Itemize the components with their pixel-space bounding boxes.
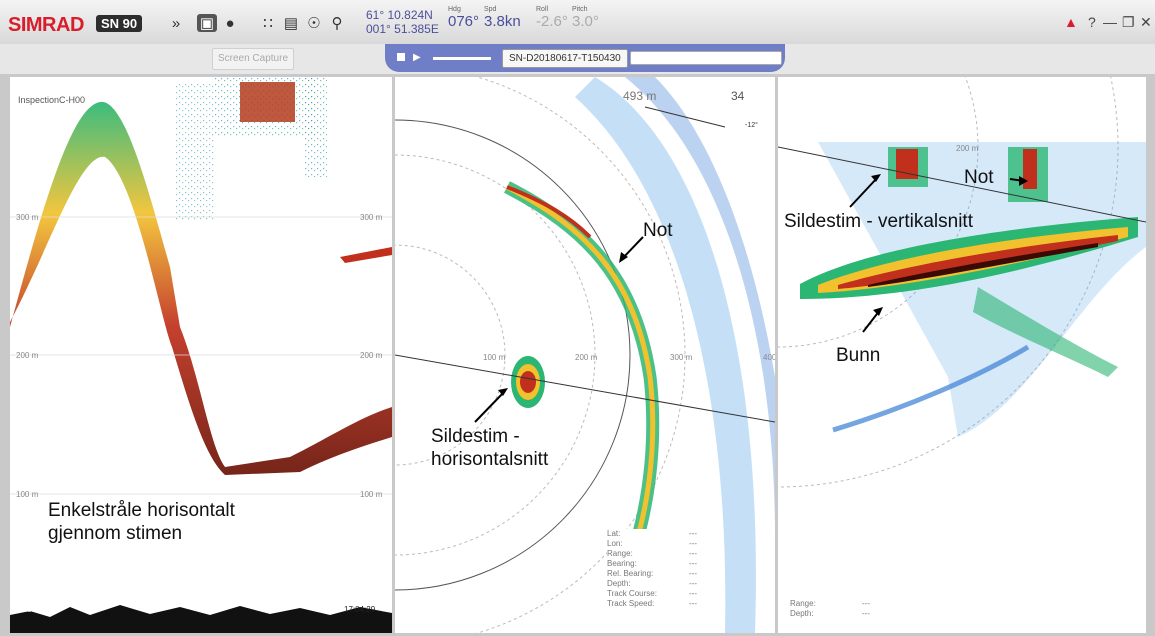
stop-icon[interactable] xyxy=(397,53,405,61)
instrument-pitch: Pitch 3.0° xyxy=(572,6,599,31)
readout-value: --- xyxy=(689,549,697,558)
latitude: 61° 10.824N xyxy=(366,8,433,22)
tick-label: 200 m xyxy=(16,351,39,360)
help-button[interactable]: ? xyxy=(1088,14,1096,30)
readout-label: Depth: xyxy=(790,609,814,618)
annotation-net: Not xyxy=(643,220,673,241)
readout-value: --- xyxy=(689,599,697,608)
readout-value: --- xyxy=(689,579,697,588)
playback-slider[interactable] xyxy=(433,57,491,60)
range-tick: 200 m xyxy=(575,353,598,362)
instrument-value: 3.8kn xyxy=(484,13,521,30)
readout-value: --- xyxy=(689,569,697,578)
annotation-school-vertical: Sildestim - vertikalsnitt xyxy=(784,211,973,232)
instrument-label: Pitch xyxy=(572,6,588,13)
time-end: 17:04:29 xyxy=(344,605,376,614)
annotation-net: Not xyxy=(964,167,994,188)
restore-button[interactable]: ❐ xyxy=(1122,14,1135,31)
readout-value: --- xyxy=(689,559,697,568)
compass-icon[interactable]: ☉ xyxy=(304,14,324,32)
readout-value: --- xyxy=(862,599,870,608)
view-title: InspectionC-H00 xyxy=(18,95,86,105)
readout-row: Track Course: --- xyxy=(607,589,697,599)
readout-label: Range: xyxy=(607,549,633,558)
range-tick: 200 m xyxy=(956,144,979,153)
readout-value: --- xyxy=(689,539,697,548)
readout-value: --- xyxy=(862,609,870,618)
readout-value: --- xyxy=(689,589,697,598)
record-icon[interactable]: ● xyxy=(220,14,240,32)
instrument-label: Hdg xyxy=(448,6,461,13)
brand-logo: SIMRAD xyxy=(8,14,84,36)
readout-label: Lon: xyxy=(607,539,623,548)
search-icon[interactable]: ⚲ xyxy=(327,14,347,32)
readout-row: Range: --- xyxy=(607,549,697,559)
warning-icon[interactable]: ▲ xyxy=(1064,14,1078,30)
tilt-readout: -12° xyxy=(745,122,758,129)
readout-row: Lat: --- xyxy=(607,529,697,539)
instrument-value: 3.0° xyxy=(572,13,599,30)
longitude: 001° 51.385E xyxy=(366,22,439,36)
scatter-icon[interactable]: ∷ xyxy=(258,14,278,32)
cursor-readout: Lat: --- Lon: --- Range: --- Bearing: --- Rel. B… xyxy=(607,529,697,609)
gain-readout: 34 xyxy=(731,89,745,103)
readout-row: Lon: --- xyxy=(607,539,697,549)
readout-label: Track Speed: xyxy=(607,599,655,608)
single-beam-view[interactable]: InspectionC-H00 300 m 200 m 100 m 300 m … xyxy=(10,77,392,633)
position-readout: 61° 10.824N 001° 51.385E xyxy=(366,8,439,36)
readout-label: Rel. Bearing: xyxy=(607,569,654,578)
readout-row: Range: --- xyxy=(790,599,870,609)
screen-capture-button[interactable]: Screen Capture xyxy=(212,48,294,70)
tick-label: 300 m xyxy=(16,213,39,222)
readout-row: Rel. Bearing: --- xyxy=(607,569,697,579)
bar-chart-icon[interactable]: ▤ xyxy=(281,14,301,32)
cursor-readout: Range: --- Depth: --- xyxy=(790,599,870,619)
camera-icon[interactable]: ▣ xyxy=(197,14,217,32)
instrument-label: Roll xyxy=(536,6,549,13)
readout-label: Range: xyxy=(790,599,816,608)
tick-label: 200 m xyxy=(360,351,383,360)
horizontal-sonar-view[interactable]: 493 m 34 -12° 100 m 200 m 300 m 400 Not … xyxy=(395,77,775,633)
close-button[interactable]: ✕ xyxy=(1140,14,1152,31)
tick-label: 100 m xyxy=(360,490,383,499)
readout-row: Depth: --- xyxy=(790,609,870,619)
instrument-label: Spd xyxy=(484,6,497,13)
model-badge: SN 90 xyxy=(96,15,143,32)
instrument-spd: Spd 3.8kn xyxy=(484,6,521,31)
range-tick: 400 xyxy=(763,353,775,362)
vertical-sonar-view[interactable]: 200 m Sildestim - vertikalsnitt Not Bunn… xyxy=(778,77,1146,633)
annotation-bottom: Bunn xyxy=(836,345,881,366)
readout-row: Depth: --- xyxy=(607,579,697,589)
time-start: 16:58:12 xyxy=(16,605,48,614)
tick-label: 300 m xyxy=(360,213,383,222)
range-tick: 300 m xyxy=(670,353,693,362)
range-readout: 493 m xyxy=(623,89,657,103)
echogram-graphic xyxy=(10,77,392,633)
annotation-single-beam: Enkelstråle horisontalt gjennom stimen xyxy=(48,500,235,544)
readout-label: Lat: xyxy=(607,529,621,538)
replay-file-name[interactable]: SN-D20180617-T150430 xyxy=(502,49,628,68)
readout-value: --- xyxy=(689,529,697,538)
vertical-sonar-graphic xyxy=(778,77,1146,488)
readout-label: Bearing: xyxy=(607,559,637,568)
instrument-value: 076° xyxy=(448,13,480,30)
play-icon[interactable]: ▶ xyxy=(413,52,421,63)
annotation-school-horizontal: Sildestim - horisontalsnitt xyxy=(431,426,549,470)
tick-label: 100 m xyxy=(16,490,39,499)
range-tick: 100 m xyxy=(483,353,506,362)
instrument-hdg: Hdg 076° xyxy=(448,6,479,31)
minimize-button[interactable]: — xyxy=(1103,14,1117,30)
top-toolbar: SIMRAD SN 90 » ▣ ● ∷ ▤ ☉ ⚲ 61° 10.824N 0… xyxy=(0,0,1155,45)
readout-row: Bearing: --- xyxy=(607,559,697,569)
readout-label: Track Course: xyxy=(607,589,657,598)
expand-chevrons-icon[interactable]: » xyxy=(166,14,186,32)
instrument-value: -2.6° xyxy=(536,13,568,30)
instrument-roll: Roll -2.6° xyxy=(536,6,568,31)
readout-label: Depth: xyxy=(607,579,631,588)
replay-progress-bar[interactable] xyxy=(630,51,782,65)
readout-row: Track Speed: --- xyxy=(607,599,697,609)
replay-player: ▶ SN-D20180617-T150430 xyxy=(385,44,785,72)
